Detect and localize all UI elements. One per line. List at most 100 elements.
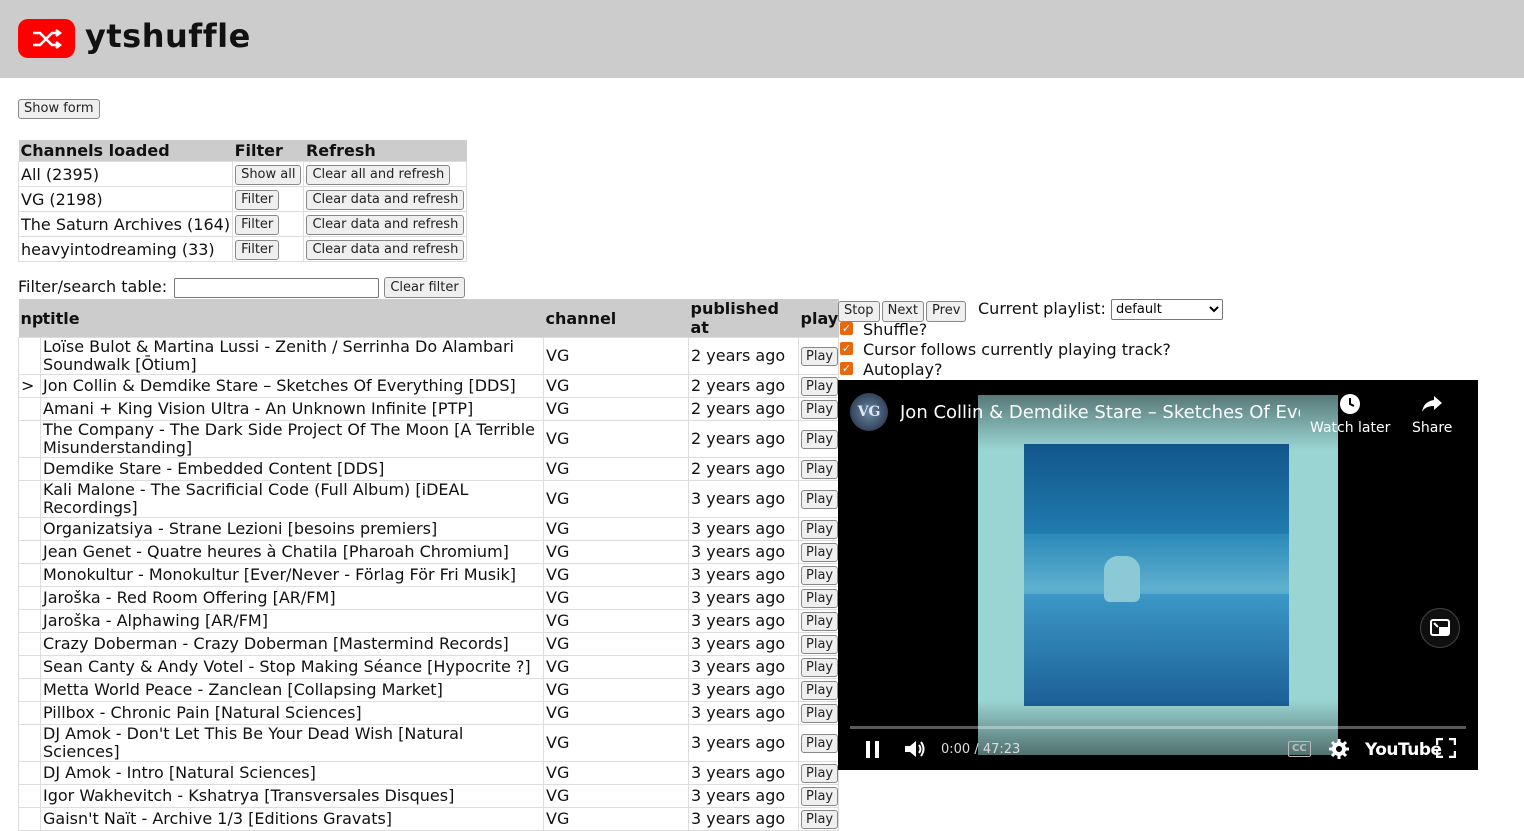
- channel-avatar[interactable]: VG: [850, 393, 888, 431]
- track-row[interactable]: Gaisn't Naït - Archive 1/3 [Editions Gra…: [18, 807, 839, 831]
- filter-channel-button[interactable]: Filter: [235, 215, 280, 235]
- title-header[interactable]: title: [40, 299, 544, 338]
- clear-data-refresh-button[interactable]: Clear data and refresh: [306, 190, 465, 210]
- now-playing-marker: [18, 609, 41, 633]
- track-published: 3 years ago: [688, 586, 799, 610]
- pause-icon[interactable]: [864, 738, 882, 764]
- clear-data-refresh-button[interactable]: Clear data and refresh: [306, 240, 465, 260]
- track-row[interactable]: DJ Amok - Don't Let This Be Your Dead Wi…: [18, 724, 839, 762]
- fullscreen-icon[interactable]: [1435, 737, 1457, 762]
- clear-all-refresh-button[interactable]: Clear all and refresh: [306, 165, 451, 185]
- play-button[interactable]: Play: [801, 347, 839, 367]
- track-channel: VG: [543, 563, 689, 587]
- volume-icon[interactable]: [902, 738, 928, 764]
- play-button[interactable]: Play: [801, 490, 839, 510]
- video-title[interactable]: Jon Collin & Demdike Stare – Sketches Of…: [900, 402, 1300, 423]
- published-header[interactable]: published at: [688, 299, 799, 338]
- playlist-select[interactable]: default: [1111, 299, 1224, 320]
- play-button[interactable]: Play: [801, 810, 839, 830]
- cursor-follows-checkbox[interactable]: ✓: [840, 342, 853, 355]
- now-playing-marker: [18, 586, 41, 610]
- show-form-button[interactable]: Show form: [18, 99, 100, 119]
- track-title: Gaisn't Naït - Archive 1/3 [Editions Gra…: [40, 807, 544, 831]
- track-published: 3 years ago: [688, 480, 799, 518]
- play-button[interactable]: Play: [801, 377, 839, 397]
- track-row[interactable]: Demdike Stare - Embedded Content [DDS] VG…: [18, 457, 839, 481]
- play-button[interactable]: Play: [801, 400, 839, 420]
- youtube-logo[interactable]: YouTube: [1365, 740, 1442, 760]
- track-row[interactable]: Igor Wakhevitch - Kshatrya [Transversale…: [18, 784, 839, 808]
- play-button[interactable]: Play: [801, 460, 839, 480]
- track-title: Kali Malone - The Sacrificial Code (Full…: [40, 480, 544, 518]
- np-header: np: [18, 299, 43, 338]
- track-row[interactable]: Metta World Peace - Zanclean [Collapsing…: [18, 678, 839, 702]
- search-input[interactable]: [174, 277, 380, 298]
- track-channel: VG: [543, 337, 689, 375]
- play-button[interactable]: Play: [801, 520, 839, 540]
- track-row[interactable]: Monokultur - Monokultur [Ever/Never - Fö…: [18, 563, 839, 587]
- now-playing-marker: [18, 337, 41, 375]
- stop-button[interactable]: Stop: [838, 300, 880, 322]
- track-row[interactable]: Jaroška - Red Room Offering [AR/FM] VG 3 y…: [18, 586, 839, 610]
- play-cell: Play: [798, 397, 839, 421]
- track-row[interactable]: Amani + King Vision Ultra - An Unknown I…: [18, 397, 839, 421]
- now-playing-marker: [18, 397, 41, 421]
- play-button[interactable]: Play: [801, 681, 839, 701]
- play-cell: Play: [798, 724, 839, 762]
- track-channel: VG: [543, 632, 689, 656]
- track-channel: VG: [543, 540, 689, 564]
- track-published: 3 years ago: [688, 655, 799, 679]
- channel-header[interactable]: channel: [543, 299, 689, 338]
- prev-button[interactable]: Prev: [926, 300, 967, 322]
- video-progress-bar[interactable]: [850, 726, 1466, 729]
- shuffle-checkbox[interactable]: ✓: [840, 322, 853, 335]
- show-all-button[interactable]: Show all: [235, 165, 302, 185]
- track-channel: VG: [543, 609, 689, 633]
- watch-later-button[interactable]: Watch later: [1310, 392, 1390, 436]
- play-button[interactable]: Play: [801, 589, 839, 609]
- now-playing-marker: [18, 701, 41, 725]
- play-button[interactable]: Play: [801, 704, 839, 724]
- track-title: DJ Amok - Don't Let This Be Your Dead Wi…: [40, 724, 544, 762]
- play-button[interactable]: Play: [801, 430, 839, 450]
- channel-row: VG (2198) Filter Clear data and refresh: [17, 186, 468, 212]
- track-channel: VG: [543, 480, 689, 518]
- track-row[interactable]: Jean Genet - Quatre heures à Chatila [Ph…: [18, 540, 839, 564]
- track-row[interactable]: Crazy Doberman - Crazy Doberman [Masterm…: [18, 632, 839, 656]
- play-button[interactable]: Play: [801, 635, 839, 655]
- shuffle-option[interactable]: ✓ Shuffle?: [840, 320, 927, 339]
- gear-icon[interactable]: [1328, 738, 1350, 764]
- track-row[interactable]: > Jon Collin & Demdike Stare – Sketches O…: [18, 374, 839, 398]
- share-button[interactable]: Share: [1412, 392, 1452, 436]
- autoplay-option[interactable]: ✓ Autoplay?: [840, 360, 943, 379]
- play-button[interactable]: Play: [801, 566, 839, 586]
- play-button[interactable]: Play: [801, 734, 839, 754]
- track-row[interactable]: Organizatsiya - Strane Lezioni [besoins …: [18, 517, 839, 541]
- clear-data-refresh-button[interactable]: Clear data and refresh: [306, 215, 465, 235]
- track-row[interactable]: Pillbox - Chronic Pain [Natural Sciences…: [18, 701, 839, 725]
- captions-button[interactable]: CC: [1288, 741, 1311, 757]
- play-button[interactable]: Play: [801, 787, 839, 807]
- play-button[interactable]: Play: [801, 764, 839, 784]
- track-row[interactable]: Kali Malone - The Sacrificial Code (Full…: [18, 480, 839, 518]
- play-button[interactable]: Play: [801, 612, 839, 632]
- autoplay-checkbox[interactable]: ✓: [840, 362, 853, 375]
- play-button[interactable]: Play: [801, 658, 839, 678]
- filter-channel-button[interactable]: Filter: [235, 240, 280, 260]
- picture-in-picture-icon[interactable]: [1420, 608, 1460, 648]
- track-row[interactable]: DJ Amok - Intro [Natural Sciences] VG 3 ye…: [18, 761, 839, 785]
- play-button[interactable]: Play: [801, 543, 839, 563]
- cursor-follows-option[interactable]: ✓ Cursor follows currently playing track?: [840, 340, 1171, 359]
- filter-header: Filter: [232, 140, 304, 162]
- now-playing-marker: [18, 563, 41, 587]
- track-row[interactable]: Sean Canty & Andy Votel - Stop Making Sé…: [18, 655, 839, 679]
- next-button[interactable]: Next: [881, 300, 924, 322]
- clear-filter-button[interactable]: Clear filter: [384, 277, 465, 298]
- track-row[interactable]: Jaroška - Alphawing [AR/FM] VG 3 years ago…: [18, 609, 839, 633]
- now-playing-marker: [18, 480, 41, 518]
- filter-channel-button[interactable]: Filter: [235, 190, 280, 210]
- video-player[interactable]: VG Jon Collin & Demdike Stare – Sketches…: [838, 380, 1478, 770]
- channels-header: Channels loaded: [18, 140, 233, 162]
- track-row[interactable]: Loïse Bulot & Martina Lussi - Zenith / S…: [18, 337, 839, 375]
- track-row[interactable]: The Company - The Dark Side Project Of T…: [18, 420, 839, 458]
